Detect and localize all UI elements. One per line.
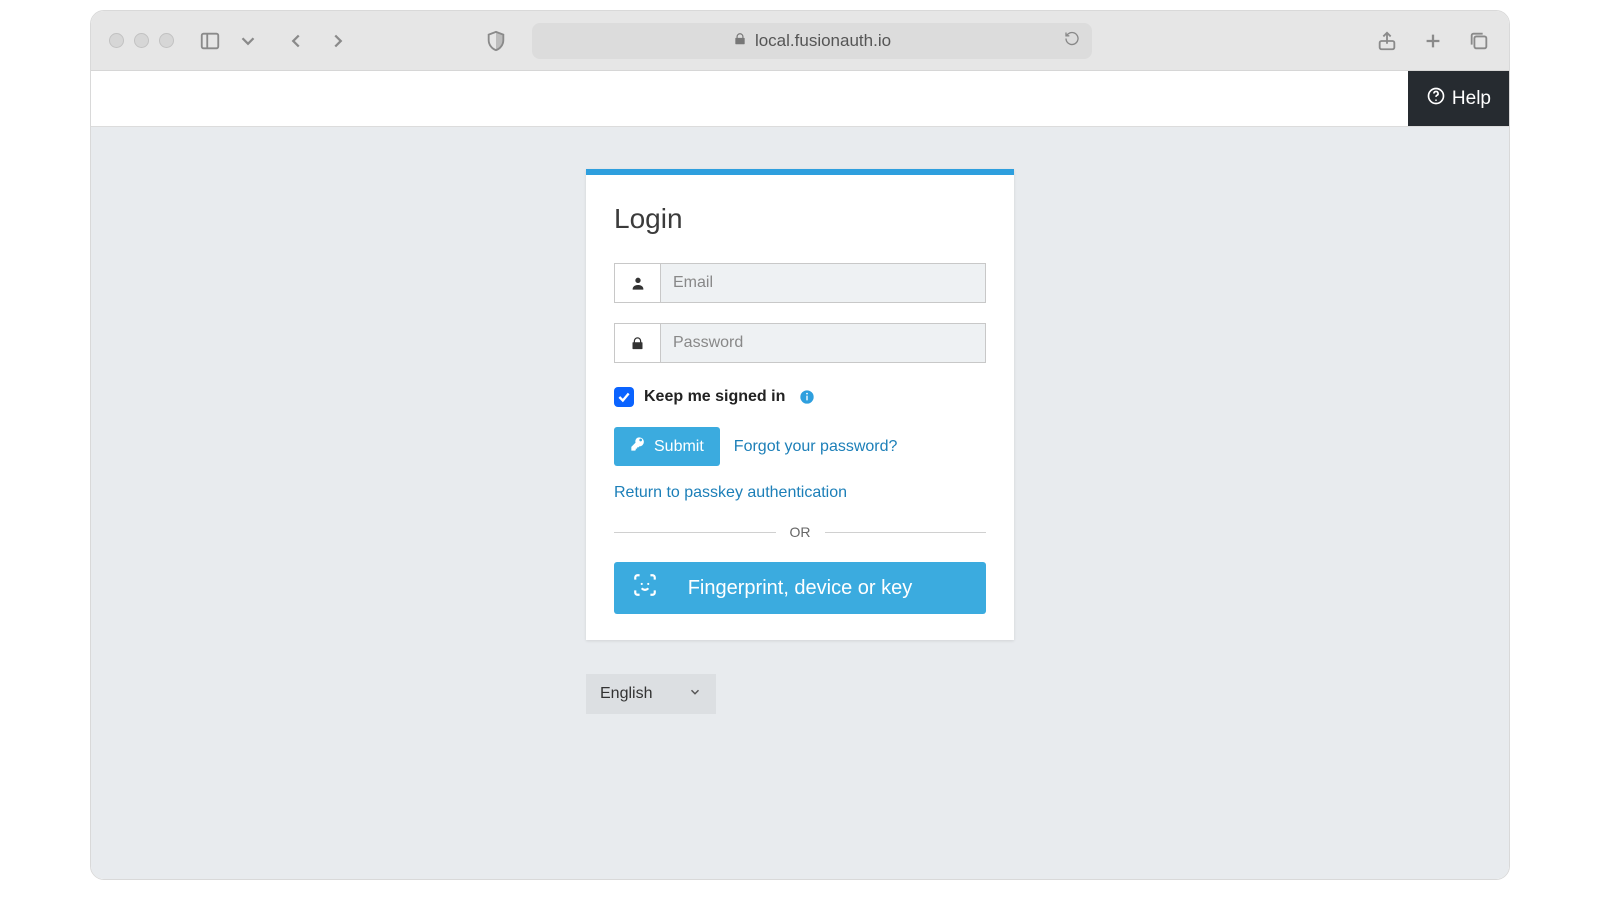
help-label: Help [1452, 88, 1491, 110]
lock-icon [614, 323, 660, 363]
keep-signed-in-row[interactable]: Keep me signed in [614, 387, 986, 407]
url-bar[interactable]: local.fusionauth.io [532, 23, 1092, 59]
browser-window: local.fusionauth.io Help [90, 10, 1510, 880]
shield-icon[interactable] [484, 29, 508, 53]
password-input[interactable] [660, 323, 986, 363]
or-label: OR [790, 524, 811, 540]
refresh-icon[interactable] [1064, 30, 1080, 51]
keep-signed-in-checkbox[interactable] [614, 387, 634, 407]
maximize-window-button[interactable] [159, 33, 174, 48]
action-row: Submit Forgot your password? [614, 427, 986, 466]
submit-label: Submit [654, 438, 704, 456]
or-divider: OR [614, 524, 986, 540]
chevron-down-icon[interactable] [236, 29, 260, 53]
lock-icon [733, 31, 747, 51]
new-tab-icon[interactable] [1421, 29, 1445, 53]
login-panel: Login Keep me s [586, 169, 1014, 640]
forward-button[interactable] [326, 29, 350, 53]
fingerprint-scan-icon [632, 572, 658, 604]
login-title: Login [614, 203, 986, 235]
password-input-group [614, 323, 986, 363]
user-icon [614, 263, 660, 303]
content-area: Login Keep me s [91, 127, 1509, 879]
passkey-button[interactable]: Fingerprint, device or key [614, 562, 986, 614]
browser-chrome: local.fusionauth.io [91, 11, 1509, 71]
passkey-button-label: Fingerprint, device or key [688, 577, 913, 600]
sidebar-toggle-icon[interactable] [198, 29, 222, 53]
submit-button[interactable]: Submit [614, 427, 720, 466]
key-icon [630, 436, 646, 457]
language-select[interactable]: English [586, 674, 716, 714]
help-icon [1426, 86, 1446, 112]
help-button[interactable]: Help [1408, 71, 1509, 126]
app-header: Help [91, 71, 1509, 127]
back-button[interactable] [284, 29, 308, 53]
share-icon[interactable] [1375, 29, 1399, 53]
tabs-overview-icon[interactable] [1467, 29, 1491, 53]
email-input-group [614, 263, 986, 303]
close-window-button[interactable] [109, 33, 124, 48]
keep-signed-in-label: Keep me signed in [644, 388, 785, 406]
minimize-window-button[interactable] [134, 33, 149, 48]
window-controls [109, 33, 174, 48]
return-passkey-link[interactable]: Return to passkey authentication [614, 484, 986, 502]
chevron-down-icon [688, 685, 702, 704]
info-icon[interactable] [799, 389, 815, 405]
forgot-password-link[interactable]: Forgot your password? [734, 438, 898, 456]
email-input[interactable] [660, 263, 986, 303]
url-host: local.fusionauth.io [755, 31, 891, 51]
language-selected: English [600, 685, 652, 703]
